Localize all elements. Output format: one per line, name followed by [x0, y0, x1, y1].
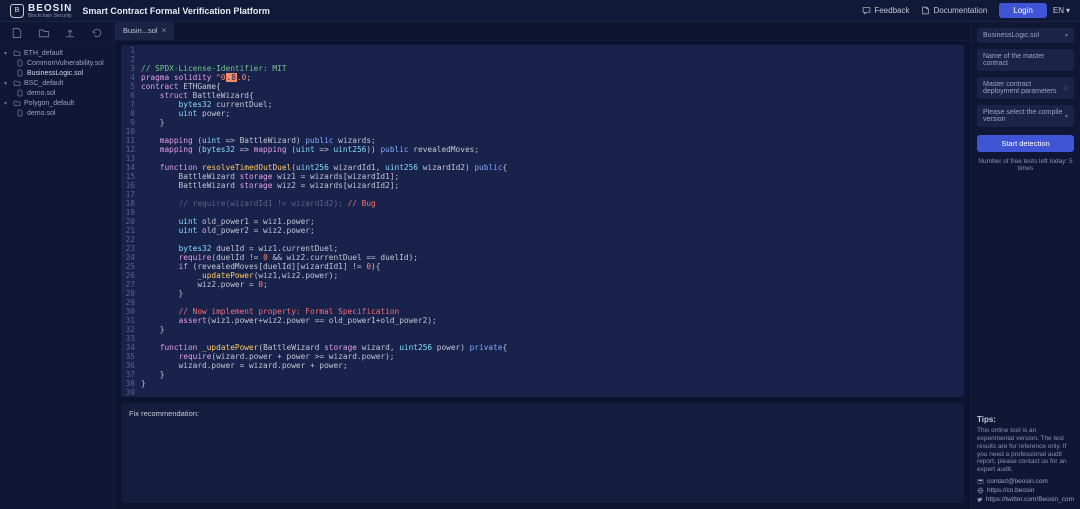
chevron-down-icon: ▾	[4, 50, 10, 57]
tips-heading: Tips:	[977, 415, 1074, 424]
contact-site[interactable]: https://cn.beosin	[977, 487, 1074, 494]
twitter-icon	[977, 496, 983, 503]
shield-icon: B	[10, 4, 24, 18]
upload-icon[interactable]	[64, 27, 76, 39]
chevron-down-icon: ▾	[1065, 32, 1068, 39]
chevron-down-icon: ▾	[4, 80, 10, 87]
language-selector[interactable]: EN ▾	[1053, 6, 1070, 15]
chat-icon	[862, 6, 871, 15]
chevron-down-icon: ▾	[1066, 6, 1070, 15]
code-editor[interactable]: 1234567891011121314151617181920212223242…	[121, 45, 964, 397]
folder-icon	[13, 49, 21, 57]
contact-site-text: https://cn.beosin	[987, 487, 1034, 494]
folder-row[interactable]: ▾ ETH_default	[0, 48, 114, 58]
chevron-down-icon: ▾	[4, 100, 10, 107]
master-contract-input[interactable]: Name of the master contract	[977, 49, 1074, 71]
brand-name: BEOSIN	[28, 3, 72, 14]
mail-icon	[977, 478, 984, 485]
folder-icon	[13, 99, 21, 107]
file-label: CommonVulnerability.sol	[27, 60, 104, 67]
fix-recommendation-title: Fix recommendation:	[129, 409, 956, 418]
master-contract-placeholder: Name of the master contract	[983, 53, 1068, 67]
new-file-icon[interactable]	[11, 27, 23, 39]
globe-icon	[977, 487, 984, 494]
documentation-link[interactable]: Documentation	[915, 4, 993, 17]
code-content[interactable]: // SPDX-License-Identifier: MITpragma so…	[141, 47, 964, 395]
sidebar-toolbar	[0, 22, 114, 44]
brand-subtitle: Blockchain Security	[28, 13, 72, 19]
doc-icon	[921, 6, 930, 15]
file-row[interactable]: BusinessLogic.sol	[0, 68, 114, 78]
file-icon	[16, 59, 24, 67]
start-detection-button[interactable]: Start detection	[977, 135, 1074, 152]
contract-file-select[interactable]: BusinessLogic.sol ▾	[977, 28, 1074, 43]
folder-label: ETH_default	[24, 50, 63, 57]
file-icon	[16, 89, 24, 97]
app-title: Smart Contract Formal Verification Platf…	[82, 6, 270, 16]
file-label: demo.sol	[27, 90, 55, 97]
login-button[interactable]: Login	[999, 3, 1047, 18]
close-icon[interactable]: ×	[162, 26, 167, 35]
file-row[interactable]: CommonVulnerability.sol	[0, 58, 114, 68]
compile-version-placeholder: Please select the compile version	[983, 109, 1065, 123]
line-gutter: 1234567891011121314151617181920212223242…	[121, 47, 141, 395]
tips-section: Tips: This online tool is an experimenta…	[977, 415, 1074, 503]
compile-version-select[interactable]: Please select the compile version ▾	[977, 105, 1074, 127]
tab-label: Busin...sol	[123, 26, 158, 35]
info-icon	[1063, 84, 1068, 92]
contract-file-label: BusinessLogic.sol	[983, 32, 1039, 39]
file-tree: ▾ ETH_default CommonVulnerability.sol Busin…	[0, 44, 114, 122]
fix-recommendation-panel: Fix recommendation:	[121, 403, 964, 503]
logo[interactable]: B BEOSIN Blockchain Security	[10, 3, 72, 19]
contact-email[interactable]: contact@beosin.com	[977, 478, 1074, 485]
folder-label: BSC_default	[24, 80, 63, 87]
file-row[interactable]: demo.sol	[0, 108, 114, 118]
header-bar: B BEOSIN Blockchain Security Smart Contr…	[0, 0, 1080, 22]
file-icon	[16, 109, 24, 117]
tab-bar: Busin...sol ×	[115, 22, 970, 41]
deploy-params-label: Master contract deployment parameters	[983, 81, 1063, 95]
quota-text: Number of free tests left today: 5 times	[977, 158, 1074, 172]
tab-active[interactable]: Busin...sol ×	[115, 22, 175, 40]
contact-email-text: contact@beosin.com	[987, 478, 1048, 485]
folder-row[interactable]: ▾ BSC_default	[0, 78, 114, 88]
chevron-down-icon: ▾	[1065, 113, 1068, 120]
file-label: BusinessLogic.sol	[27, 70, 83, 77]
contact-twitter[interactable]: https://twitter.com/Beosin_com	[977, 496, 1074, 503]
feedback-link[interactable]: Feedback	[856, 4, 915, 17]
sidebar: ▾ ETH_default CommonVulnerability.sol Busin…	[0, 22, 115, 509]
documentation-label: Documentation	[933, 6, 987, 15]
language-label: EN	[1053, 6, 1064, 15]
file-label: demo.sol	[27, 110, 55, 117]
center-panel: Busin...sol × 12345678910111213141516171…	[115, 22, 970, 509]
folder-row[interactable]: ▾ Polygon_default	[0, 98, 114, 108]
feedback-label: Feedback	[874, 6, 909, 15]
right-panel: BusinessLogic.sol ▾ Name of the master c…	[970, 22, 1080, 509]
tips-body: This online tool is an experimental vers…	[977, 427, 1074, 474]
contact-twitter-text: https://twitter.com/Beosin_com	[986, 496, 1074, 503]
file-icon	[16, 69, 24, 77]
refresh-icon[interactable]	[91, 27, 103, 39]
folder-icon	[13, 79, 21, 87]
deploy-params-input[interactable]: Master contract deployment parameters	[977, 77, 1074, 99]
file-row[interactable]: demo.sol	[0, 88, 114, 98]
new-folder-icon[interactable]	[38, 27, 50, 39]
folder-label: Polygon_default	[24, 100, 74, 107]
